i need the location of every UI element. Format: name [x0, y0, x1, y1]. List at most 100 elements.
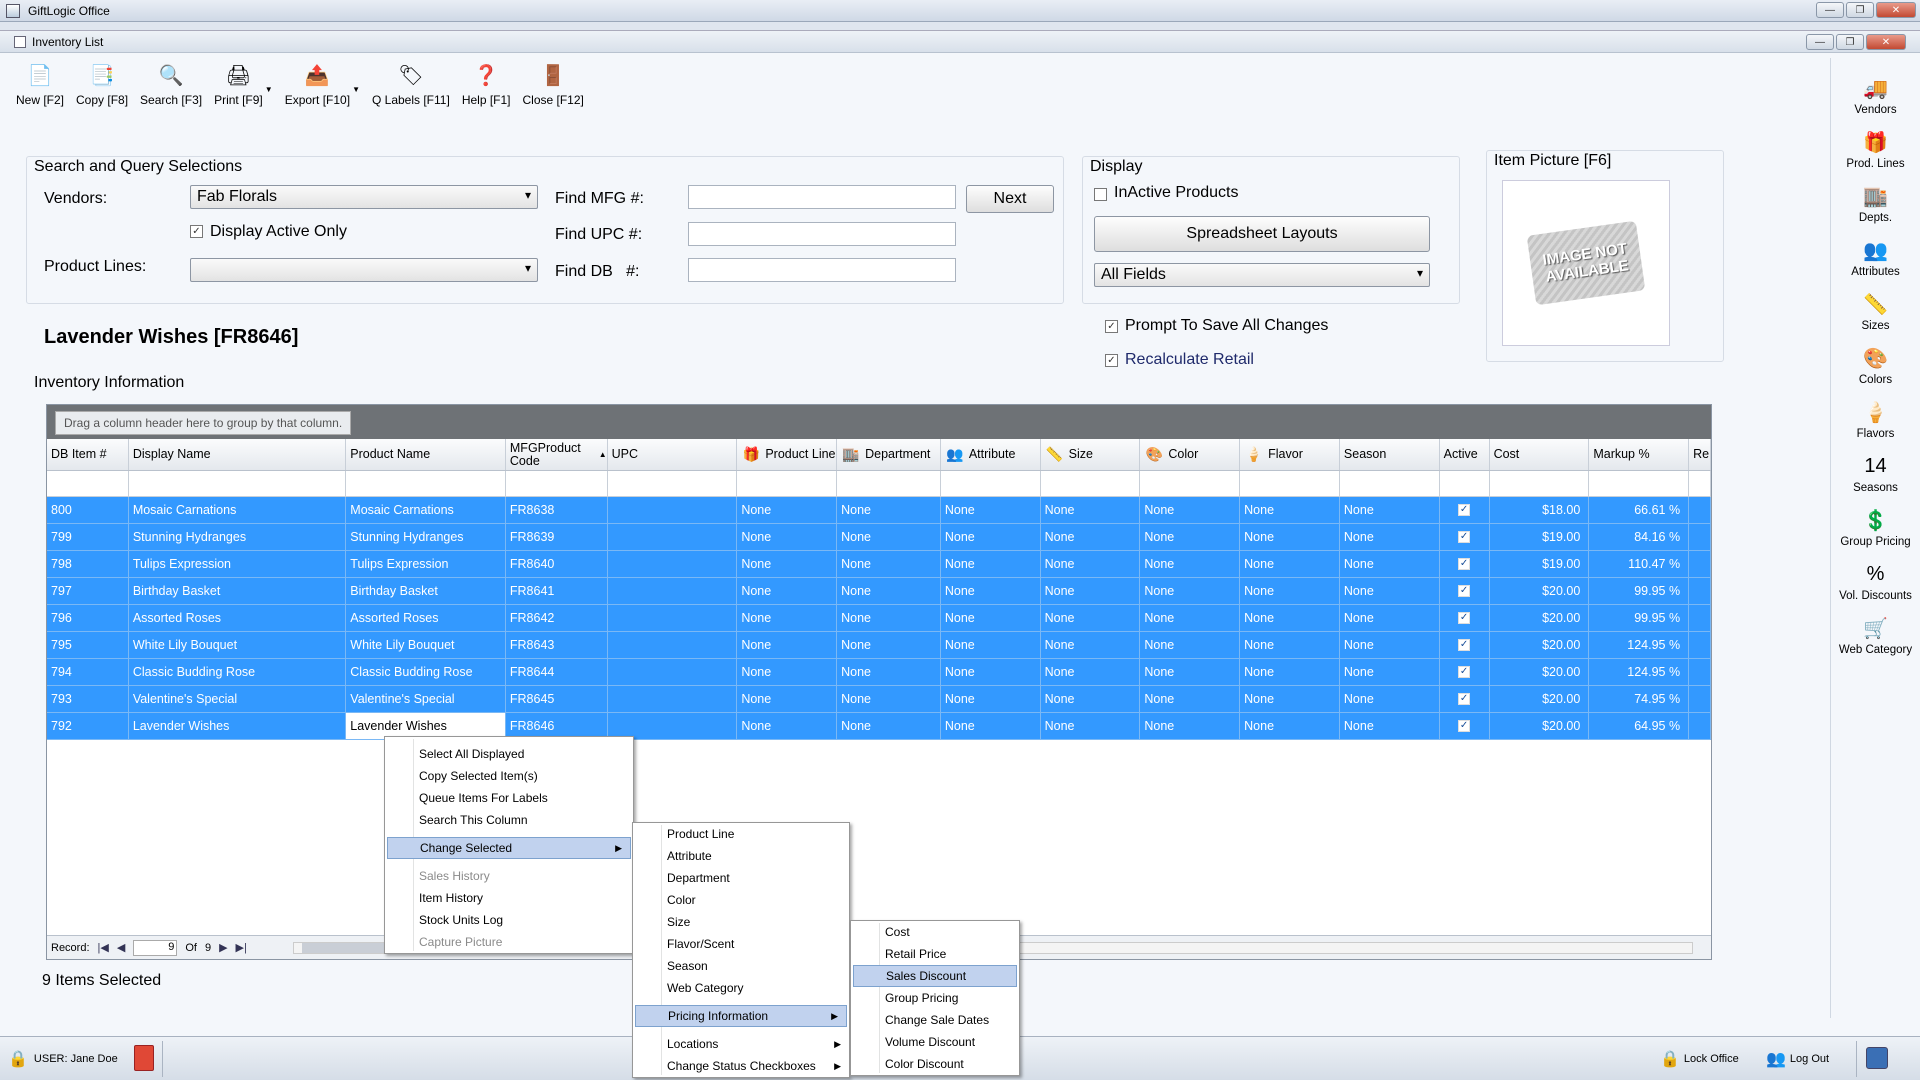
menu-item-sales-history[interactable]: Sales History — [385, 865, 633, 887]
cell-size[interactable]: None — [1041, 578, 1141, 604]
cell-attr[interactable]: None — [941, 713, 1041, 739]
sidebar-item-vol-discounts[interactable]: % Vol. Discounts — [1831, 548, 1920, 603]
column-header-product-line[interactable]: 🎁 Product Line — [737, 439, 838, 470]
active-checkbox[interactable]: ✓ — [1458, 666, 1471, 678]
cell-season[interactable]: None — [1340, 578, 1440, 604]
column-header-upc[interactable]: UPC — [608, 439, 738, 470]
fields-dropdown[interactable]: All Fields — [1094, 263, 1430, 287]
cell-dept[interactable]: None — [837, 578, 941, 604]
submenu-item-department[interactable]: Department — [633, 867, 849, 889]
sidebar-item-group-pricing[interactable]: 💲 Group Pricing — [1831, 494, 1920, 549]
menu-item-queue-items-for-labels[interactable]: Queue Items For Labels — [385, 787, 633, 809]
filter-cell[interactable] — [128, 471, 347, 496]
cell-display[interactable]: Stunning Hydranges — [129, 524, 347, 550]
cell-mfg[interactable]: FR8639 — [506, 524, 608, 550]
cell-cost[interactable]: $20.00 — [1490, 578, 1590, 604]
pricing-item-sales-discount[interactable]: Sales Discount — [853, 965, 1017, 987]
cell-line[interactable]: None — [737, 659, 838, 685]
column-header-re[interactable]: Re — [1689, 439, 1711, 470]
pricing-item-change-sale-dates[interactable]: Change Sale Dates — [851, 1009, 1019, 1031]
cell-active[interactable]: ✓ — [1440, 497, 1490, 523]
cell-flavor[interactable]: None — [1240, 659, 1340, 685]
sidebar-item-vendors[interactable]: 🚚 Vendors — [1831, 62, 1920, 117]
active-checkbox[interactable]: ✓ — [1458, 612, 1471, 624]
cell-mfg[interactable]: FR8640 — [506, 551, 608, 577]
menu-item-change-selected[interactable]: Change Selected ▶ — [387, 837, 631, 859]
cell-color[interactable]: None — [1140, 524, 1241, 550]
filter-cell[interactable] — [1489, 471, 1590, 496]
last-record-icon[interactable]: ▶| — [236, 941, 247, 954]
sidebar-item-seasons[interactable]: 14 Seasons — [1831, 440, 1920, 495]
cell-color[interactable]: None — [1140, 713, 1241, 739]
cell-flavor[interactable]: None — [1240, 605, 1340, 631]
cell-retail[interactable] — [1689, 659, 1711, 685]
cell-mfg[interactable]: FR8642 — [506, 605, 608, 631]
toolbar-search-button[interactable]: 🔍 Search [F3] — [134, 57, 208, 108]
log-out-button[interactable]: 👥 Log Out — [1766, 1049, 1829, 1069]
menu-item-item-history[interactable]: Item History — [385, 887, 633, 909]
dropdown-caret-icon[interactable]: ▼ — [265, 85, 273, 94]
toolbar-help-button[interactable]: ❓ Help [F1] — [456, 57, 517, 108]
table-row[interactable]: 799 Stunning Hydranges Stunning Hydranges F… — [47, 524, 1711, 551]
cell-markup[interactable]: 99.95 % — [1589, 578, 1690, 604]
pricing-item-color-discount[interactable]: Color Discount — [851, 1053, 1019, 1075]
cell-line[interactable]: None — [737, 497, 838, 523]
cell-retail[interactable] — [1689, 551, 1711, 577]
cell-attr[interactable]: None — [941, 578, 1041, 604]
cell-product[interactable]: Mosaic Carnations — [346, 497, 506, 523]
cell-upc[interactable] — [608, 605, 738, 631]
restore-icon[interactable]: ❐ — [1846, 2, 1874, 18]
toolbar-new-button[interactable]: 📄 New [F2] — [10, 57, 70, 108]
column-header-markup[interactable]: Markup % — [1589, 439, 1690, 470]
table-row[interactable]: 800 Mosaic Carnations Mosaic Carnations FR8… — [47, 497, 1711, 524]
cell-upc[interactable] — [608, 632, 738, 658]
cell-color[interactable]: None — [1140, 659, 1241, 685]
cell-season[interactable]: None — [1340, 632, 1440, 658]
filter-cell[interactable] — [1339, 471, 1440, 496]
column-header-attribute[interactable]: 👥 Attribute — [941, 439, 1041, 470]
cell-upc[interactable] — [608, 578, 738, 604]
cell-markup[interactable]: 64.95 % — [1589, 713, 1690, 739]
recalculate-retail-checkbox[interactable]: ✓ — [1105, 354, 1118, 367]
toolbar-close-button[interactable]: 🚪 Close [F12] — [517, 57, 590, 108]
cell-display[interactable]: Birthday Basket — [129, 578, 347, 604]
column-header-active[interactable]: Active — [1440, 439, 1490, 470]
cell-attr[interactable]: None — [941, 497, 1041, 523]
find-db-input[interactable] — [688, 258, 956, 282]
cell-size[interactable]: None — [1041, 713, 1141, 739]
cell-cost[interactable]: $19.00 — [1490, 524, 1590, 550]
cell-id[interactable]: 795 — [47, 632, 129, 658]
table-row[interactable]: 793 Valentine's Special Valentine's Specia… — [47, 686, 1711, 713]
cell-display[interactable]: White Lily Bouquet — [129, 632, 347, 658]
column-header-mfgproduct-code[interactable]: MFGProduct Code ▲ — [506, 439, 608, 470]
close-icon[interactable]: ✕ — [1876, 2, 1916, 18]
active-checkbox[interactable]: ✓ — [1458, 585, 1471, 597]
cell-id[interactable]: 797 — [47, 578, 129, 604]
cell-retail[interactable] — [1689, 605, 1711, 631]
cell-markup[interactable]: 74.95 % — [1589, 686, 1690, 712]
sidebar-item-flavors[interactable]: 🍦 Flavors — [1831, 386, 1920, 441]
cell-dept[interactable]: None — [837, 632, 941, 658]
cell-line[interactable]: None — [737, 551, 838, 577]
table-row[interactable]: 795 White Lily Bouquet White Lily Bouquet F… — [47, 632, 1711, 659]
sidebar-item-web-category[interactable]: 🛒 Web Category — [1831, 602, 1920, 657]
cell-size[interactable]: None — [1041, 605, 1141, 631]
minimize-icon[interactable]: — — [1816, 2, 1844, 18]
cell-season[interactable]: None — [1340, 713, 1440, 739]
app-status-icon[interactable] — [1866, 1047, 1888, 1069]
filter-cell[interactable] — [1589, 471, 1690, 496]
submenu-item-color[interactable]: Color — [633, 889, 849, 911]
cell-product[interactable]: Tulips Expression — [346, 551, 506, 577]
menu-item-search-this-column[interactable]: Search This Column — [385, 809, 633, 831]
table-row[interactable]: 792 Lavender Wishes Lavender Wishes FR8646 N… — [47, 713, 1711, 740]
filter-cell[interactable] — [837, 471, 941, 496]
cell-mfg[interactable]: FR8643 — [506, 632, 608, 658]
cell-dept[interactable]: None — [837, 713, 941, 739]
cell-attr[interactable]: None — [941, 659, 1041, 685]
submenu-item-web-category[interactable]: Web Category — [633, 977, 849, 999]
cell-upc[interactable] — [608, 686, 738, 712]
next-record-icon[interactable]: ▶ — [219, 941, 227, 954]
cell-flavor[interactable]: None — [1240, 632, 1340, 658]
cell-id[interactable]: 793 — [47, 686, 129, 712]
cell-id[interactable]: 792 — [47, 713, 129, 739]
